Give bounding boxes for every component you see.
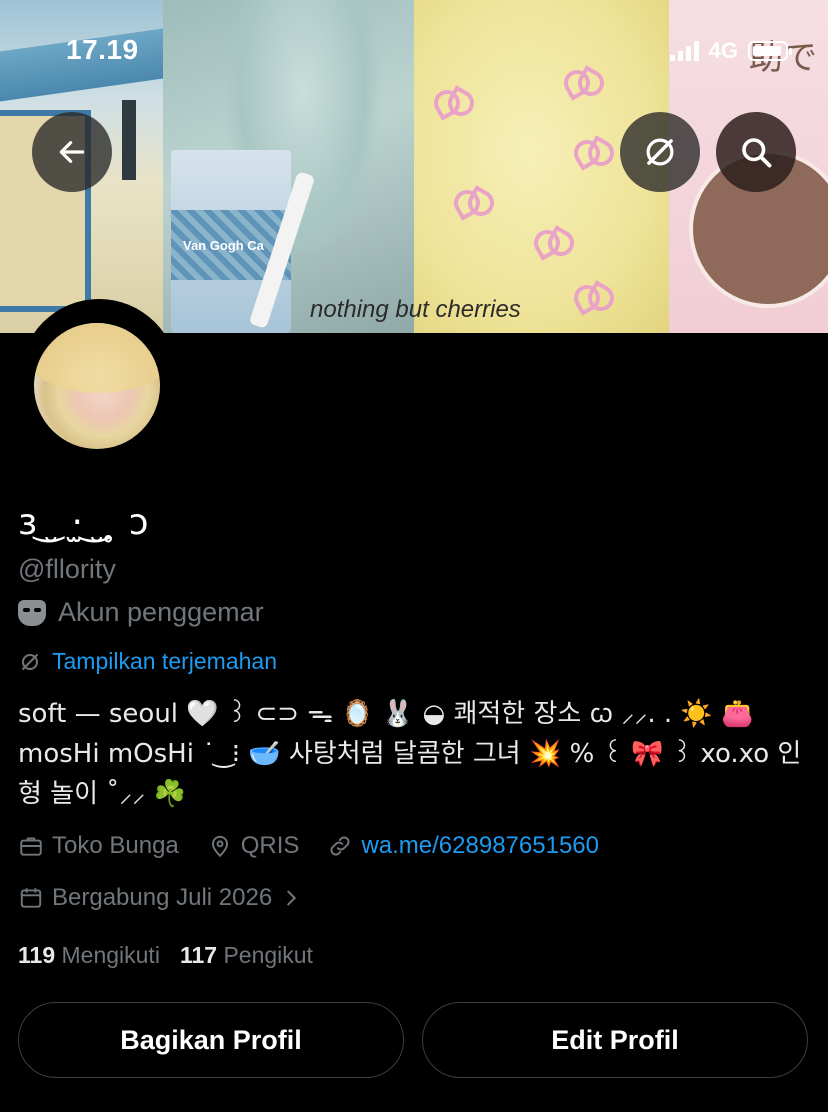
search-button[interactable] — [716, 112, 796, 192]
category: Toko Bunga — [18, 832, 179, 860]
back-button[interactable] — [32, 112, 112, 192]
location-pin-icon — [211, 835, 228, 858]
joined-label: Bergabung Juli 2026 — [52, 884, 273, 911]
banner-caption: nothing but cherries — [310, 296, 521, 323]
battery-icon — [748, 41, 792, 61]
share-profile-button[interactable]: Bagikan Profil — [18, 1002, 404, 1078]
status-indicators: 4G — [669, 38, 792, 64]
profile-meta: Toko Bunga QRIS wa.me/628987651560 — [18, 832, 627, 860]
joined-date[interactable]: Bergabung Juli 2026 — [18, 884, 302, 912]
edit-profile-button[interactable]: Edit Profil — [422, 1002, 808, 1078]
website[interactable]: wa.me/628987651560 — [327, 832, 599, 860]
location: QRIS — [207, 832, 300, 860]
website-link[interactable]: wa.me/628987651560 — [361, 832, 599, 860]
following-label: Mengikuti — [61, 942, 160, 968]
chevron-right-icon — [287, 890, 297, 906]
mask-icon — [18, 599, 46, 626]
location-label: QRIS — [240, 832, 300, 859]
signal-icon — [669, 41, 699, 61]
followers-stat[interactable]: 117 Pengikut — [180, 942, 313, 969]
account-type[interactable]: Akun penggemar — [18, 597, 264, 628]
status-time: 17.19 — [66, 34, 139, 65]
banner-panel-deer-cup: Van Gogh Ca — [163, 0, 414, 333]
avatar[interactable] — [34, 323, 160, 449]
following-count: 119 — [18, 942, 56, 968]
network-type: 4G — [708, 38, 738, 63]
account-type-label: Akun penggemar — [58, 597, 264, 627]
show-translation-link[interactable]: Tampilkan terjemahan — [18, 648, 277, 675]
calendar-icon — [20, 888, 42, 908]
display-name: ɜ ͜ ̮ ·̫ ͜ ̮ ̥ ɔ — [18, 502, 149, 543]
cup-text: Van Gogh Ca — [183, 238, 264, 253]
translate-icon — [646, 138, 674, 166]
handle: @fllority — [18, 554, 116, 584]
following-stat[interactable]: 119 Mengikuti — [18, 942, 160, 969]
link-icon — [330, 836, 350, 856]
translate-icon — [22, 653, 38, 670]
back-arrow-icon — [59, 141, 85, 163]
translate-banner-button[interactable] — [620, 112, 700, 192]
category-label: Toko Bunga — [52, 832, 179, 859]
followers-label: Pengikut — [223, 942, 313, 968]
briefcase-icon — [20, 837, 42, 856]
bio: s𝗈ft — se𝗈ul 🤍 ꒱ ⊂⊃ ᯓ 🪞 🐰 ◒ 쾌적한 장소 ꞷ ⸝⸝.… — [18, 699, 802, 809]
search-icon — [742, 138, 772, 168]
show-translation-label: Tampilkan terjemahan — [52, 648, 278, 674]
followers-count: 117 — [179, 942, 218, 968]
follow-counts: 119 Mengikuti 117 Pengikut — [18, 942, 313, 969]
